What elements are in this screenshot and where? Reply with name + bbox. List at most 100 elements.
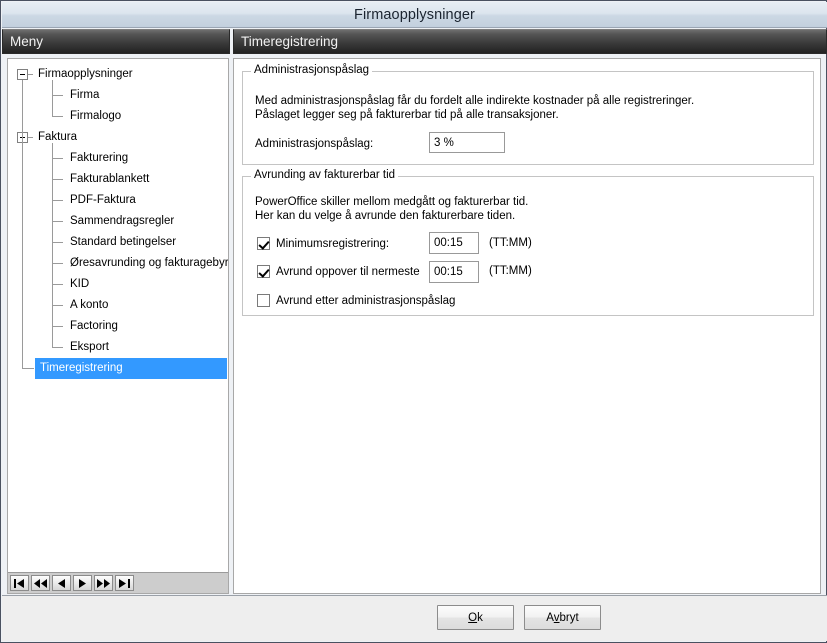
menu-header-bar: Meny — [2, 29, 230, 54]
tree-item-kid[interactable]: KID — [8, 274, 228, 295]
menu-tree[interactable]: Firmaopplysninger Firma Firmalogo Faktura Fa… — [8, 59, 228, 573]
tree-item-firma[interactable]: Firma — [8, 85, 228, 106]
last-record-button[interactable] — [115, 575, 134, 591]
minimum-registration-checkbox[interactable] — [257, 237, 270, 250]
tree-item-a-konto[interactable]: A konto — [8, 295, 228, 316]
administration-surcharge-legend: Administrasjonspåslag — [251, 64, 373, 76]
tree-item-label: Timeregistrering — [35, 358, 227, 379]
administration-surcharge-description-line1: Med administrasjonspåslag får du fordelt… — [255, 95, 695, 107]
tree-item-label: A konto — [70, 299, 109, 311]
round-up-input[interactable]: 00:15 — [429, 261, 479, 283]
minimum-registration-label: Minimumsregistrering: — [276, 237, 390, 250]
billable-time-rounding-group: Avrunding av fakturerbar tid PowerOffice… — [242, 169, 814, 316]
tree-item-label: Fakturablankett — [70, 173, 150, 185]
previous-icon — [58, 578, 65, 588]
rounding-description-line2: Her kan du velge å avrunde den fakturerb… — [255, 210, 516, 222]
round-up-checkbox-row[interactable]: Avrund oppover til nermeste — [257, 265, 420, 278]
first-icon — [14, 578, 25, 588]
administration-surcharge-input[interactable]: 3 % — [429, 132, 505, 153]
tree-item-resavrunding-og-fakturagebyr[interactable]: Øresavrunding og fakturagebyr — [8, 253, 228, 274]
fast-next-icon — [97, 578, 110, 588]
tree-item-label: Sammendragsregler — [70, 215, 175, 227]
fast-previous-icon — [34, 578, 47, 588]
rounding-description-line1: PowerOffice skiller mellom medgått og fa… — [255, 196, 529, 208]
tree-connector-line — [22, 368, 34, 369]
menu-tree-pane: Firmaopplysninger Firma Firmalogo Faktura Fa… — [7, 58, 229, 594]
round-after-surcharge-checkbox[interactable] — [257, 294, 270, 307]
first-record-button[interactable] — [10, 575, 29, 591]
ok-button-label: Ok — [468, 611, 483, 624]
tree-item-label: KID — [70, 278, 90, 290]
tree-expander-minus-icon[interactable] — [17, 69, 28, 80]
ok-button[interactable]: Ok — [437, 605, 514, 630]
tree-item-label: Faktura — [38, 131, 77, 143]
tree-item-label: Factoring — [70, 320, 118, 332]
tree-item-fakturablankett[interactable]: Fakturablankett — [8, 169, 228, 190]
tree-item-label: Standard betingelser — [70, 236, 177, 248]
tree-connector-line — [52, 179, 63, 180]
cancel-button[interactable]: Avbryt — [524, 605, 601, 630]
round-up-label: Avrund oppover til nermeste — [276, 265, 420, 278]
dialog-footer: Ok Avbryt — [2, 595, 827, 641]
administration-surcharge-description-line2: Påslaget legger seg på fakturerbar tid p… — [255, 109, 559, 121]
tree-item-label: Øresavrunding og fakturagebyr — [70, 257, 228, 269]
window-title: Firmaopplysninger — [354, 6, 475, 23]
tree-item-firmaopplysninger[interactable]: Firmaopplysninger — [8, 64, 228, 85]
tree-connector-line — [52, 263, 63, 264]
fast-previous-record-button[interactable] — [31, 575, 50, 591]
round-up-unit: (TT:MM) — [489, 265, 532, 277]
last-icon — [119, 578, 130, 588]
record-navigation-toolbar — [8, 572, 228, 593]
previous-record-button[interactable] — [52, 575, 71, 591]
tree-connector-line — [52, 326, 63, 327]
fast-next-record-button[interactable] — [94, 575, 113, 591]
round-after-surcharge-checkbox-row[interactable]: Avrund etter administrasjonspåslag — [257, 294, 455, 307]
tree-item-label: Eksport — [70, 341, 109, 353]
administration-surcharge-group: Administrasjonspåslag Med administrasjon… — [242, 64, 814, 165]
tree-item-factoring[interactable]: Factoring — [8, 316, 228, 337]
tree-item-firmalogo[interactable]: Firmalogo — [8, 106, 228, 127]
tree-item-timeregistrering[interactable]: Timeregistrering — [8, 358, 228, 379]
title-bar: Firmaopplysninger — [2, 2, 827, 28]
tree-item-label: Fakturering — [70, 152, 129, 164]
tree-connector-line — [52, 347, 63, 348]
tree-item-label: PDF-Faktura — [70, 194, 136, 206]
tree-trunk-line — [22, 80, 23, 368]
cancel-button-label: Avbryt — [546, 611, 579, 624]
tree-item-pdf-faktura[interactable]: PDF-Faktura — [8, 190, 228, 211]
page-header-bar: Timeregistrering — [233, 29, 827, 54]
minimum-registration-input[interactable]: 00:15 — [429, 232, 479, 254]
dialog-window: Firmaopplysninger Meny Timeregistrering … — [0, 0, 827, 643]
tree-item-label: Firma — [70, 89, 100, 101]
next-icon — [79, 578, 86, 588]
round-after-surcharge-label: Avrund etter administrasjonspåslag — [276, 294, 456, 307]
tree-branch-line — [52, 80, 53, 116]
tree-connector-line — [52, 158, 63, 159]
minimum-registration-unit: (TT:MM) — [489, 237, 532, 249]
tree-connector-line — [28, 137, 33, 138]
minimum-registration-checkbox-row[interactable]: Minimumsregistrering: — [257, 237, 389, 250]
tree-item-eksport[interactable]: Eksport — [8, 337, 228, 358]
tree-connector-line — [52, 242, 63, 243]
tree-item-label: Firmalogo — [70, 110, 122, 122]
tree-connector-line — [28, 74, 33, 75]
menu-header-label: Meny — [10, 34, 44, 49]
administration-surcharge-field-label: Administrasjonspåslag: — [255, 138, 374, 150]
tree-item-sammendragsregler[interactable]: Sammendragsregler — [8, 211, 228, 232]
page-header-label: Timeregistrering — [241, 34, 339, 49]
settings-content-pane: Administrasjonspåslag Med administrasjon… — [233, 58, 821, 594]
tree-connector-line — [52, 116, 63, 117]
next-record-button[interactable] — [73, 575, 92, 591]
billable-time-rounding-legend: Avrunding av fakturerbar tid — [251, 169, 399, 181]
tree-connector-line — [52, 200, 63, 201]
tree-item-standard-betingelser[interactable]: Standard betingelser — [8, 232, 228, 253]
tree-item-fakturering[interactable]: Fakturering — [8, 148, 228, 169]
tree-connector-line — [52, 95, 63, 96]
tree-item-label: Firmaopplysninger — [38, 68, 133, 80]
tree-connector-line — [52, 284, 63, 285]
tree-item-faktura[interactable]: Faktura — [8, 127, 228, 148]
tree-connector-line — [52, 221, 63, 222]
tree-branch-line — [52, 143, 53, 347]
tree-connector-line — [52, 305, 63, 306]
round-up-checkbox[interactable] — [257, 265, 270, 278]
